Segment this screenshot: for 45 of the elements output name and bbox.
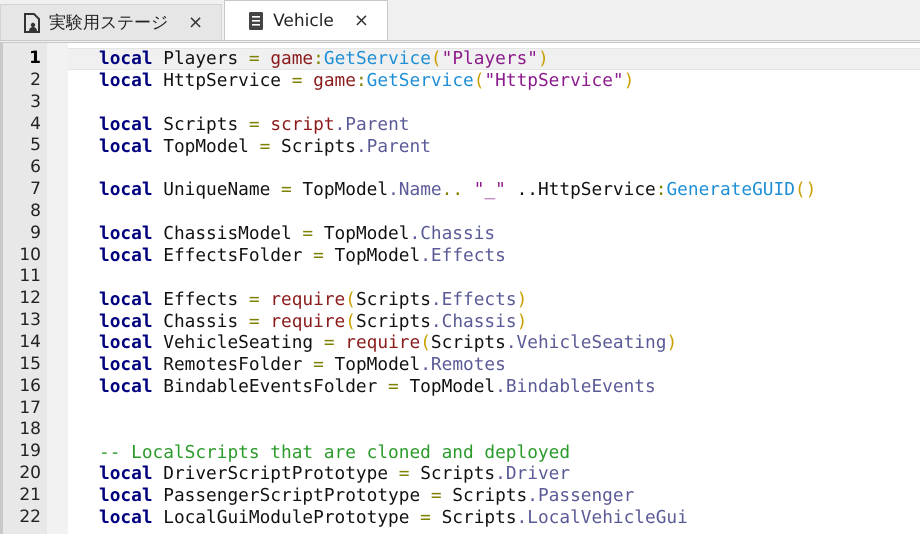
code-line: local Players = game:GetService("Players"): [99, 48, 549, 70]
line-number: 1: [28, 48, 42, 70]
document-icon: [23, 12, 41, 32]
code-line: local Effects = require(Scripts.Effects): [99, 288, 528, 310]
code-editor[interactable]: [0, 43, 920, 534]
script-icon: [247, 10, 266, 30]
code-line: local RemotesFolder = TopModel.Remotes: [99, 354, 506, 376]
line-number: 14: [18, 332, 42, 354]
line-number: 5: [29, 135, 42, 158]
close-button[interactable]: ×: [350, 10, 373, 31]
line-number: 10: [18, 244, 42, 266]
line-number: 8: [29, 200, 42, 223]
code-line: local BindableEventsFolder = TopModel.BindableEvents: [99, 376, 656, 398]
tab[interactable]: 実験用ステージ ×: [0, 4, 222, 40]
code-line: local PassengerScriptPrototype = Scripts.Passenger: [99, 485, 634, 506]
code-line: local ChassisModel = TopModel.Chassis: [99, 223, 496, 244]
code-line: local Scripts = script.Parent: [99, 114, 410, 135]
line-number: 13: [18, 310, 42, 332]
line-number: 6: [29, 157, 42, 180]
line-number: 22: [18, 506, 42, 529]
line-number: 17: [18, 398, 42, 420]
line-number: 3: [29, 92, 42, 114]
line-number: 12: [18, 288, 42, 310]
line-number: 2: [29, 70, 42, 92]
line-number: 16: [18, 376, 42, 398]
line-number: 15: [18, 354, 42, 376]
code-line: local VehicleSeating = require(Scripts.VehicleSeating): [99, 332, 678, 354]
code-line: local HttpService = game:GetService("HttpService"): [99, 70, 634, 92]
code-line: local DriverScriptPrototype = Scripts.Driver: [99, 463, 570, 484]
tab[interactable]: Vehicle ×: [224, 0, 388, 40]
code-line: local LocalGuiModulePrototype = Scripts.LocalVehicleGui: [99, 507, 688, 528]
close-button[interactable]: ×: [184, 12, 208, 33]
line-number: 4: [29, 114, 42, 136]
line-number: 18: [18, 419, 42, 442]
line-number: 21: [18, 484, 42, 507]
line-number: 20: [18, 463, 42, 485]
line-number: 19: [18, 441, 42, 464]
line-number: 9: [29, 222, 42, 245]
line-number: 11: [18, 266, 42, 288]
code-line: local Chassis = require(Scripts.Chassis): [99, 310, 528, 332]
code-line: -- LocalScripts that are cloned and deployed: [99, 442, 570, 463]
code-line: local EffectsFolder = TopModel.Effects: [99, 245, 506, 266]
code-line: local UniqueName = TopModel.Name.. "_" ..HttpService:GenerateGUID(): [99, 179, 816, 200]
code-line: local TopModel = Scripts.Parent: [99, 136, 431, 157]
line-number: 7: [29, 179, 42, 201]
